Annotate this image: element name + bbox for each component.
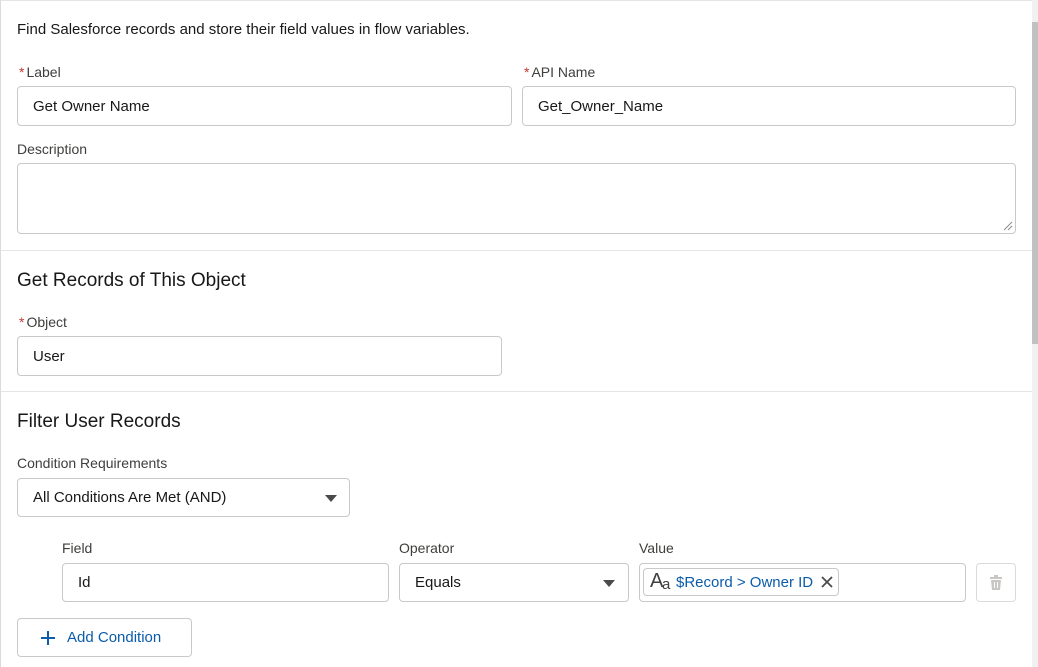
api-name-input-value: Get_Owner_Name [538, 97, 664, 115]
label-field-label-text: Label [26, 64, 61, 80]
api-name-field-label: * API Name [524, 64, 595, 81]
object-section-heading: Get Records of This Object [17, 270, 246, 291]
section-divider [1, 250, 1032, 251]
value-pill[interactable]: A a $Record > Owner ID [643, 568, 840, 596]
condition-operator-value: Equals [415, 574, 461, 591]
left-border [0, 0, 1, 667]
label-input[interactable]: Get Owner Name [17, 86, 512, 126]
value-column-label: Value [639, 540, 674, 556]
filter-section-heading: Filter User Records [17, 411, 181, 432]
label-field-label: * Label [19, 64, 61, 81]
required-mark: * [19, 64, 25, 80]
label-input-value: Get Owner Name [33, 97, 150, 115]
description-textarea[interactable] [17, 163, 1016, 234]
intro-text: Find Salesforce records and store their … [17, 21, 470, 38]
object-field-label: * Object [19, 314, 67, 331]
top-border [0, 0, 1032, 1]
chevron-down-icon [603, 580, 615, 587]
api-name-field-label-text: API Name [531, 64, 596, 80]
text-type-icon: A a [648, 570, 676, 594]
object-field-label-text: Object [26, 314, 67, 330]
field-column-label: Field [62, 540, 93, 556]
operator-column-label: Operator [399, 540, 455, 556]
scrollbar-thumb[interactable] [1032, 22, 1038, 344]
close-icon[interactable] [820, 575, 834, 589]
delete-condition-button[interactable] [976, 563, 1016, 602]
object-input[interactable]: User [17, 336, 502, 376]
text-type-icon-small: a [662, 576, 671, 593]
object-input-value: User [33, 347, 65, 365]
description-field-label: Description [17, 141, 88, 157]
condition-operator-select[interactable]: Equals [399, 563, 629, 602]
condition-requirements-label: Condition Requirements [17, 455, 168, 471]
required-mark: * [524, 64, 530, 80]
required-mark: * [19, 314, 25, 330]
plus-icon [41, 630, 55, 645]
resize-grip-icon[interactable] [1003, 221, 1013, 231]
vertical-scrollbar[interactable] [1032, 0, 1038, 667]
chevron-down-icon [325, 495, 337, 502]
api-name-input[interactable]: Get_Owner_Name [522, 86, 1016, 126]
add-condition-label: Add Condition [67, 629, 162, 646]
flow-element-editor: Find Salesforce records and store their … [0, 0, 1038, 667]
condition-value-input[interactable]: A a $Record > Owner ID [639, 563, 966, 602]
condition-field-value: Id [78, 574, 91, 591]
add-condition-button[interactable]: Add Condition [17, 618, 192, 657]
value-pill-text: $Record > Owner ID [676, 573, 814, 591]
condition-requirements-select[interactable]: All Conditions Are Met (AND) [17, 478, 350, 517]
section-divider [1, 391, 1032, 392]
trash-icon [990, 575, 1002, 590]
condition-requirements-value: All Conditions Are Met (AND) [33, 489, 227, 506]
condition-field-input[interactable]: Id [62, 563, 389, 602]
